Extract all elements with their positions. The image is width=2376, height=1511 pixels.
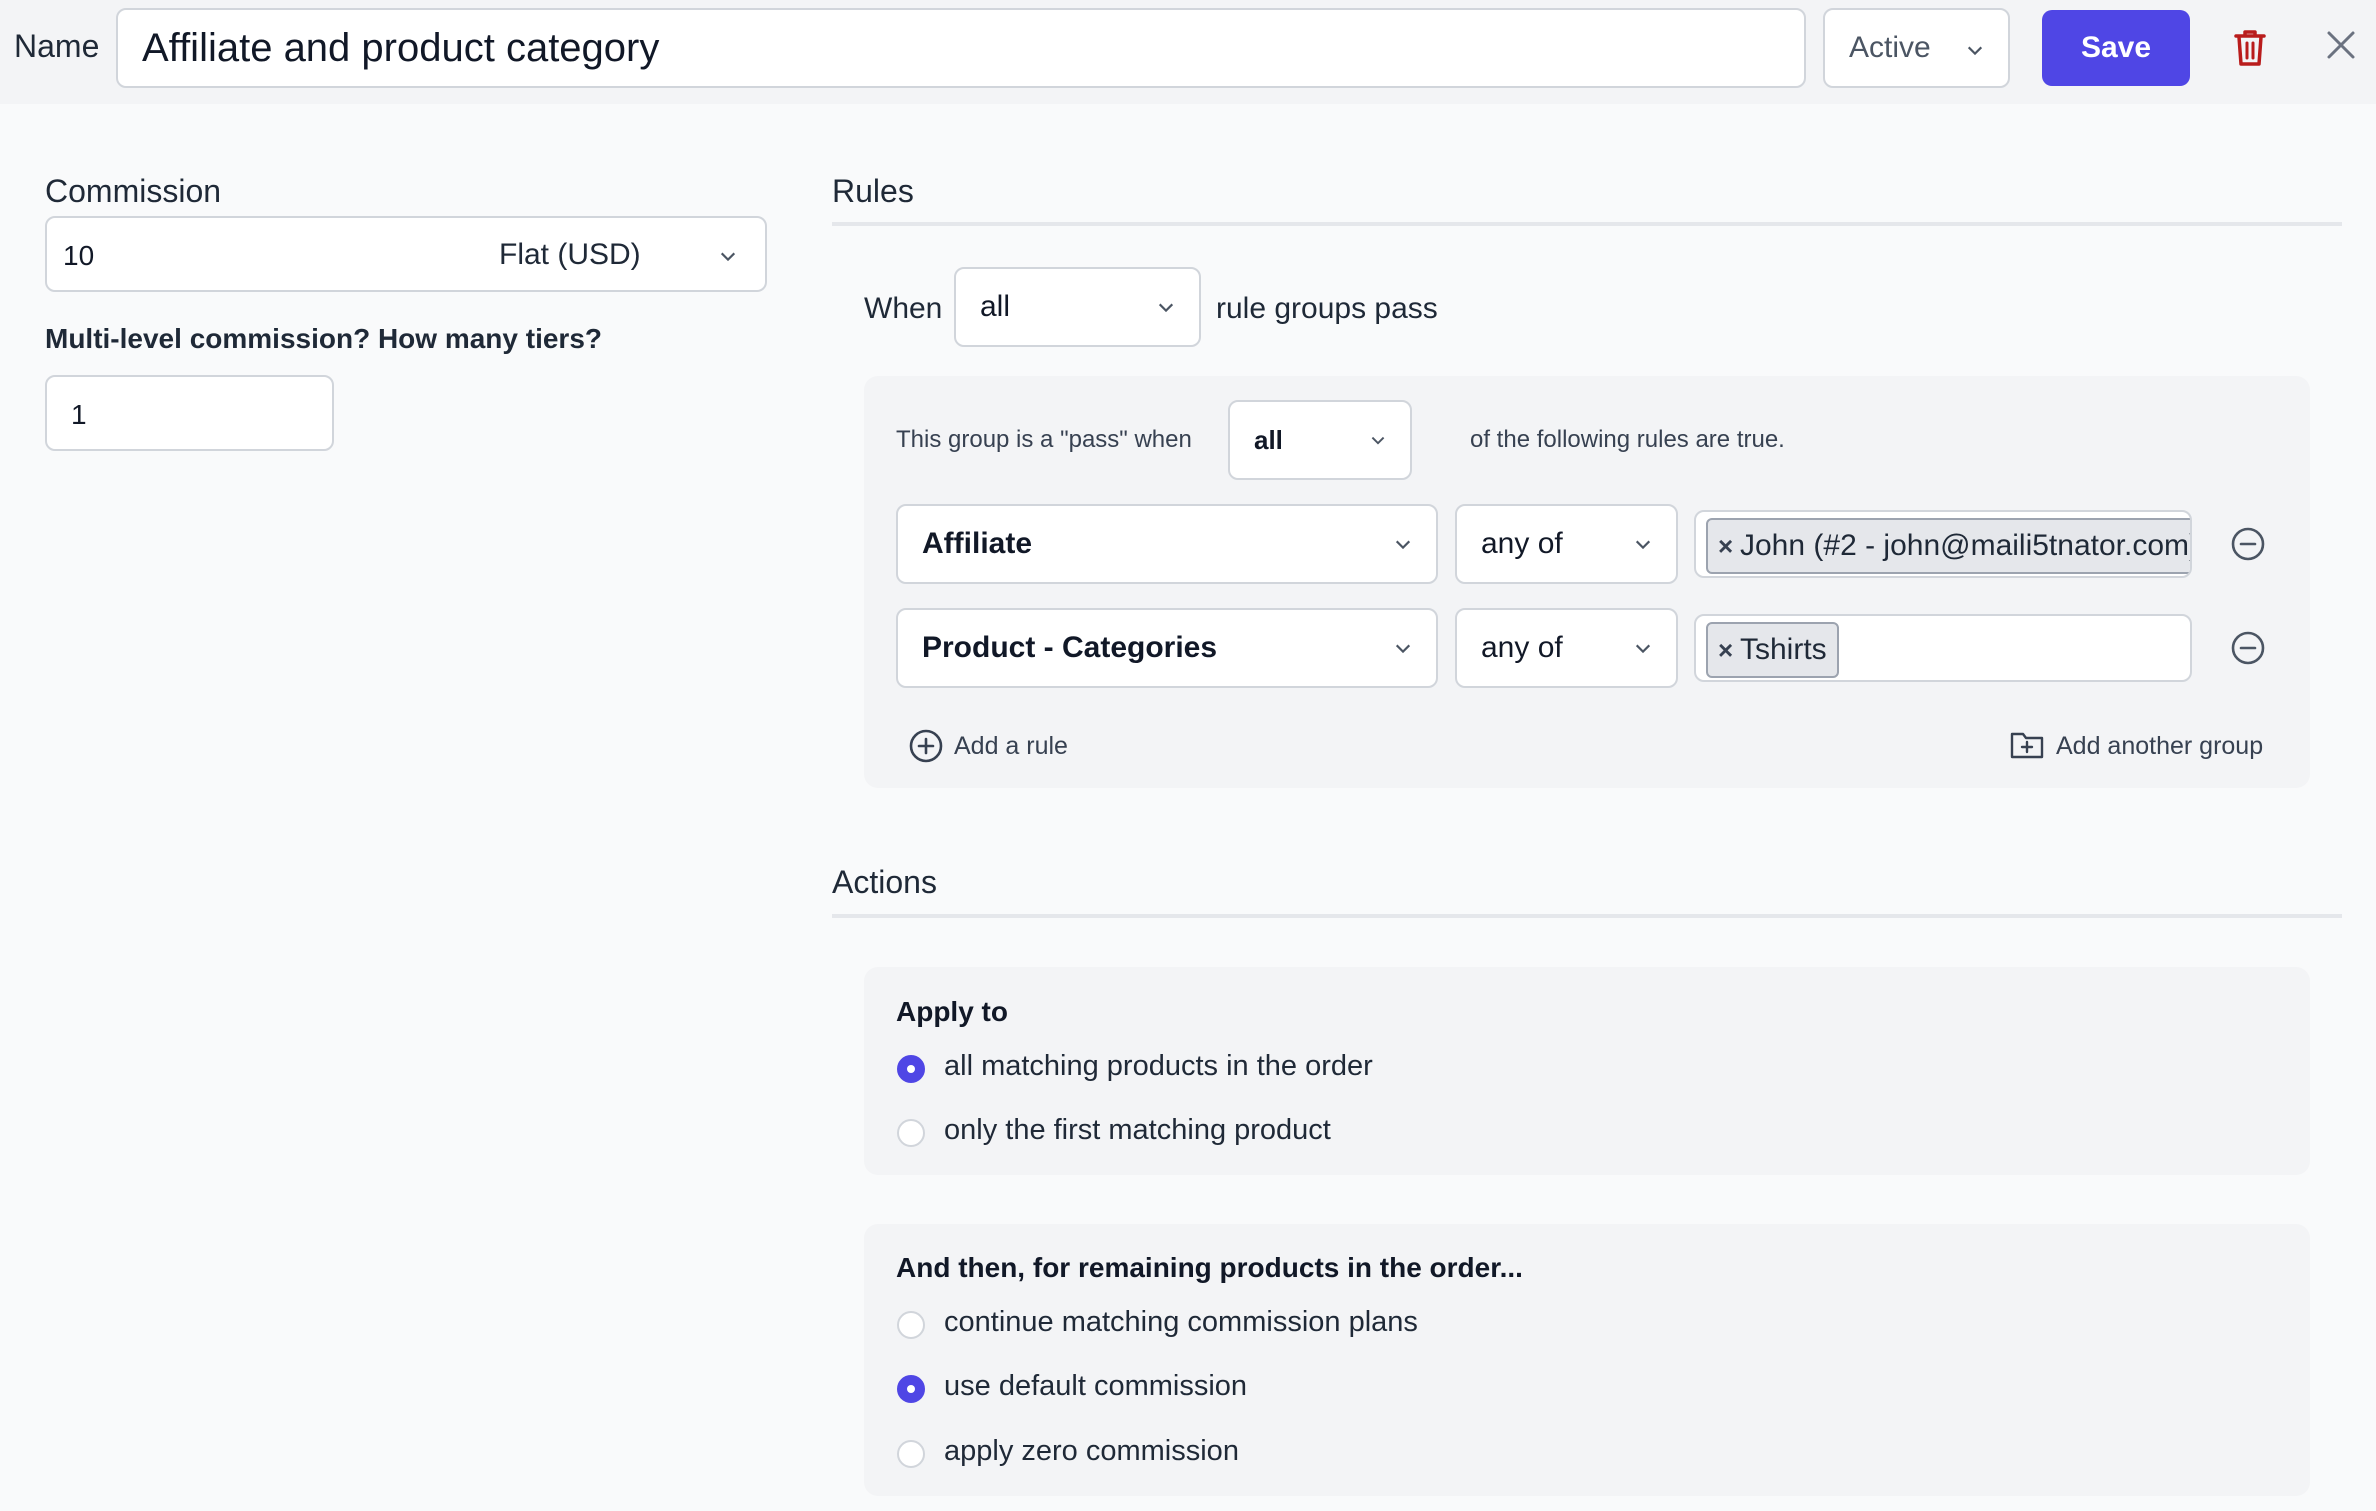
commission-type-select[interactable]: Flat (USD) bbox=[499, 238, 641, 272]
value-tag: × Tshirts bbox=[1706, 622, 1839, 678]
rule-value-input[interactable]: × John (#2 - john@maili5tnator.com) bbox=[1694, 510, 2192, 578]
value-tag-label: Tshirts bbox=[1740, 633, 1827, 666]
add-group-label: Add another group bbox=[2056, 732, 2264, 760]
rule-field-value: Product - Categories bbox=[922, 631, 1218, 664]
group-pass-suffix: of the following rules are true. bbox=[1470, 426, 1785, 453]
remove-rule-icon[interactable] bbox=[2230, 526, 2266, 562]
continue-matching-label: continue matching commission plans bbox=[944, 1306, 1418, 1338]
chevron-down-icon bbox=[1966, 41, 1984, 59]
rule-field-select[interactable]: Product - Categories bbox=[896, 608, 1438, 688]
apply-first-radio[interactable] bbox=[897, 1119, 925, 1147]
rules-divider bbox=[832, 222, 2342, 226]
use-default-label: use default commission bbox=[944, 1370, 1248, 1402]
save-button[interactable]: Save bbox=[2042, 10, 2190, 86]
when-label: When bbox=[864, 292, 943, 325]
remove-tag-icon[interactable]: × bbox=[1718, 520, 1733, 572]
when-select-value: all bbox=[980, 290, 1011, 323]
group-pass-prefix: This group is a "pass" when bbox=[896, 426, 1192, 453]
rule-field-value: Affiliate bbox=[922, 527, 1033, 560]
group-pass-select[interactable]: all bbox=[1228, 400, 1412, 480]
chevron-down-icon bbox=[1394, 639, 1412, 657]
when-select[interactable]: all bbox=[954, 267, 1201, 347]
chevron-down-icon bbox=[1157, 298, 1175, 316]
remove-tag-icon[interactable]: × bbox=[1718, 624, 1733, 676]
value-tag-label: John (#2 - john@maili5tnator.com) bbox=[1740, 529, 2192, 562]
status-select-value: Active bbox=[1849, 31, 1931, 64]
remove-rule-icon[interactable] bbox=[2230, 630, 2266, 666]
chevron-down-icon bbox=[719, 247, 737, 265]
rule-operator-value: any of bbox=[1481, 527, 1563, 560]
group-pass-select-value: all bbox=[1254, 425, 1283, 455]
remaining-title: And then, for remaining products in the … bbox=[896, 1252, 1523, 1283]
apply-zero-label: apply zero commission bbox=[944, 1435, 1239, 1467]
chevron-down-icon bbox=[1370, 432, 1386, 448]
rule-operator-select[interactable]: any of bbox=[1455, 504, 1678, 584]
trash-icon[interactable] bbox=[2232, 28, 2268, 68]
apply-all-label: all matching products in the order bbox=[944, 1050, 1373, 1082]
close-icon[interactable] bbox=[2326, 30, 2356, 60]
continue-matching-radio[interactable] bbox=[897, 1311, 925, 1339]
add-rule-label: Add a rule bbox=[954, 732, 1068, 760]
tiers-input[interactable]: 1 bbox=[45, 375, 334, 451]
folder-plus-icon bbox=[2010, 730, 2044, 760]
tiers-label: Multi-level commission? How many tiers? bbox=[45, 323, 603, 354]
name-input[interactable]: Affiliate and product category bbox=[116, 8, 1806, 88]
chevron-down-icon bbox=[1634, 535, 1652, 553]
apply-first-label: only the first matching product bbox=[944, 1114, 1331, 1146]
use-default-radio[interactable] bbox=[897, 1375, 925, 1403]
add-group-button[interactable]: Add another group bbox=[2010, 730, 2270, 766]
status-select[interactable]: Active bbox=[1823, 8, 2010, 88]
commission-amount-input[interactable]: 10 bbox=[63, 240, 94, 272]
value-tag: × John (#2 - john@maili5tnator.com) bbox=[1706, 518, 2192, 574]
commission-field: 10 Flat (USD) bbox=[45, 216, 767, 292]
commission-label: Commission bbox=[45, 173, 222, 209]
top-bar: Name Affiliate and product category Acti… bbox=[0, 0, 2376, 104]
name-label: Name bbox=[14, 28, 100, 64]
rule-operator-select[interactable]: any of bbox=[1455, 608, 1678, 688]
chevron-down-icon bbox=[1394, 535, 1412, 553]
groups-pass-label: rule groups pass bbox=[1216, 292, 1438, 325]
apply-all-radio[interactable] bbox=[897, 1055, 925, 1083]
apply-zero-radio[interactable] bbox=[897, 1440, 925, 1468]
actions-title: Actions bbox=[832, 864, 937, 900]
chevron-down-icon bbox=[1634, 639, 1652, 657]
rule-field-select[interactable]: Affiliate bbox=[896, 504, 1438, 584]
actions-divider bbox=[832, 914, 2342, 918]
rules-title: Rules bbox=[832, 173, 914, 209]
plus-circle-icon bbox=[908, 728, 944, 764]
tiers-value: 1 bbox=[71, 399, 87, 430]
rule-value-input[interactable]: × Tshirts bbox=[1694, 614, 2192, 682]
apply-to-title: Apply to bbox=[896, 996, 1008, 1027]
rule-operator-value: any of bbox=[1481, 631, 1563, 664]
